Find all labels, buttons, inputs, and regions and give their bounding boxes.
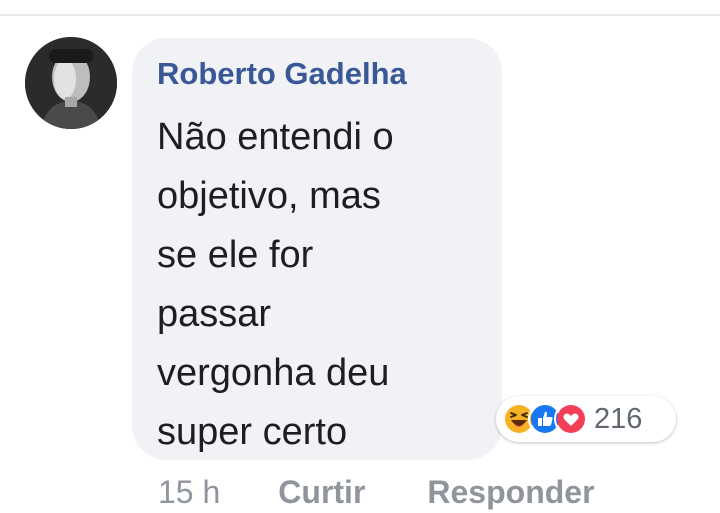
- comment-text-line: Não entendi o: [157, 116, 394, 158]
- comment-text: Não entendi o objetivo, mas se ele for p…: [157, 108, 497, 462]
- divider: [0, 14, 720, 16]
- comment-text-line: se ele for: [157, 234, 314, 276]
- comment-view: Roberto Gadelha Não entendi o objetivo, …: [0, 0, 720, 513]
- comment-text-line: vergonha deu: [157, 352, 390, 394]
- comment-text-line: passar: [157, 293, 272, 335]
- comment-meta-row: 15 h Curtir Responder: [158, 472, 595, 512]
- comment-author-name[interactable]: Roberto Gadelha: [157, 56, 407, 92]
- love-icon: [554, 402, 588, 436]
- reactions-count: 216: [594, 402, 643, 435]
- comment-text-line: objetivo, mas: [157, 175, 381, 217]
- like-button[interactable]: Curtir: [278, 474, 365, 511]
- reactions-summary[interactable]: 216: [496, 396, 676, 442]
- reply-button[interactable]: Responder: [427, 474, 594, 511]
- avatar-photo-icon: [25, 37, 117, 129]
- comment-text-line: super certo: [157, 411, 348, 453]
- avatar[interactable]: [25, 37, 117, 129]
- comment-timestamp[interactable]: 15 h: [158, 474, 220, 511]
